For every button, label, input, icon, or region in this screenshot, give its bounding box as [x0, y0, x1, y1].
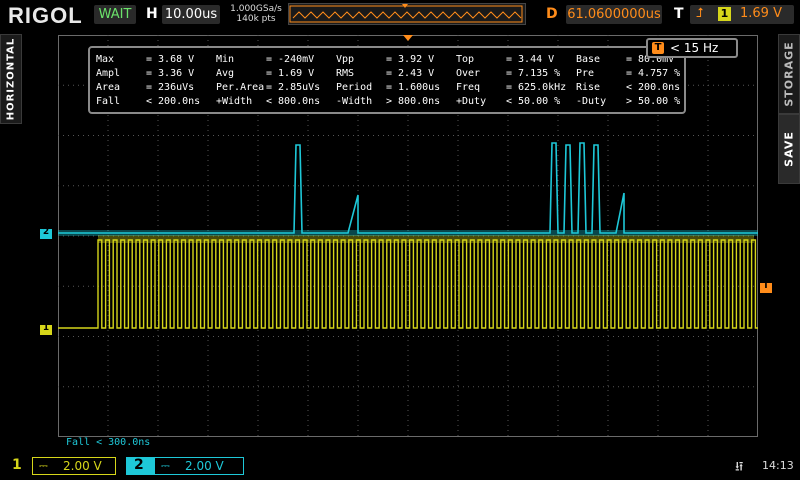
frequency-counter[interactable]: T < 15 Hz	[646, 38, 738, 58]
ch2-settings[interactable]: ⎓ 2.00 V	[154, 457, 244, 475]
counter-value: < 15 Hz	[670, 41, 719, 55]
measurement-label: Min	[216, 54, 235, 65]
measurement-label: -Duty	[576, 96, 607, 107]
usb-icon: ⭿	[735, 460, 744, 475]
ch1-waveform-band	[98, 235, 754, 243]
ch1-settings[interactable]: ⎓ 2.00 V	[32, 457, 116, 475]
counter-icon: T	[652, 42, 664, 54]
measurement-value: = 1.69 V	[266, 68, 315, 79]
storage-tab[interactable]: STORAGE	[778, 34, 800, 114]
ch1-marker-label: 1	[42, 323, 50, 333]
measurement-value: < 200.0ns	[146, 96, 201, 107]
measurement-label: Avg	[216, 68, 235, 79]
bottom-channel-bar	[0, 454, 800, 480]
timebase-label: H	[146, 6, 158, 22]
measurement-value: < 50.00 %	[506, 96, 561, 107]
measurement-value: > 50.00 %	[626, 96, 681, 107]
ch2-marker-label: 2	[42, 227, 50, 237]
trigger-label: T	[674, 6, 684, 22]
extra-measurement: Fall < 300.0ns	[66, 437, 151, 448]
ch1-waveform	[58, 239, 760, 329]
measurement-panel: Max = 3.68 V Min = -240mV Vpp = 3.92 V Top = 3.…	[88, 46, 686, 114]
measurement-label: Fall	[96, 96, 121, 107]
rigol-logo: RIGOL	[8, 3, 83, 28]
measurement-label: -Width	[336, 96, 373, 107]
measurement-value: = 3.44 V	[506, 54, 555, 65]
measurement-value: = 7.135 %	[506, 68, 561, 79]
trigger-position-marker	[403, 35, 413, 41]
memory-depth: 140k pts	[236, 14, 276, 24]
measurement-value: = 1.600us	[386, 82, 441, 93]
measurement-label: Area	[96, 82, 121, 93]
measurement-label: Period	[336, 82, 373, 93]
ch2-number: 2	[134, 457, 144, 473]
measurement-label: Base	[576, 54, 601, 65]
delay-value[interactable]: 61.0600000us	[566, 5, 662, 24]
clock: 14:13	[762, 459, 794, 472]
memory-overview[interactable]	[288, 3, 526, 25]
trigger-edge-icon: ⮥	[696, 6, 704, 21]
ch2-scale: 2.00 V	[185, 459, 224, 473]
measurement-label: Freq	[456, 82, 481, 93]
measurement-label: +Duty	[456, 96, 487, 107]
measurement-value: = 4.757 %	[626, 68, 681, 79]
measurement-label: Over	[456, 68, 481, 79]
measurement-value: < 800.0ns	[266, 96, 321, 107]
ch2-coupling-icon: ⎓	[161, 459, 170, 472]
trigger-info[interactable]: ⮥ 1 1.69 V	[690, 5, 794, 24]
ch1-coupling-icon: ⎓	[39, 459, 48, 472]
delay-label: D	[546, 6, 558, 22]
ch1-number[interactable]: 1	[12, 457, 22, 473]
timebase-value[interactable]: 10.00us	[162, 5, 220, 24]
measurement-label: Vpp	[336, 54, 355, 65]
memory-waveform-icon	[289, 4, 523, 23]
sample-rate-info: 1.000GSa/s 140k pts	[228, 4, 284, 24]
measurement-value: = 625.0kHz	[506, 82, 567, 93]
measurement-value: < 200.0ns	[626, 82, 681, 93]
measurement-value: = 2.43 V	[386, 68, 435, 79]
run-status[interactable]: WAIT	[94, 5, 136, 24]
trigger-source: 1	[718, 7, 731, 21]
save-tab[interactable]: SAVE	[778, 114, 800, 184]
measurement-label: Max	[96, 54, 115, 65]
measurement-label: Pre	[576, 68, 595, 79]
measurement-value: = 2.85uVs	[266, 82, 321, 93]
measurement-value: = -240mV	[266, 54, 315, 65]
measurement-value: = 3.36 V	[146, 68, 195, 79]
measurement-value: = 3.92 V	[386, 54, 435, 65]
ch2-waveform-band	[58, 230, 758, 236]
horizontal-tab[interactable]: HORIZONTAL	[0, 34, 22, 124]
measurement-value: = 236uVs	[146, 82, 195, 93]
measurement-label: Top	[456, 54, 475, 65]
trigger-level: 1.69 V	[740, 6, 782, 21]
sample-rate: 1.000GSa/s	[230, 4, 282, 14]
measurement-value: = 3.68 V	[146, 54, 195, 65]
measurement-label: Per.Area	[216, 82, 265, 93]
measurement-label: RMS	[336, 68, 355, 79]
measurement-label: +Width	[216, 96, 253, 107]
trigger-level-marker-label: T	[762, 281, 770, 291]
ch1-scale: 2.00 V	[63, 459, 102, 473]
ch2-waveform	[58, 142, 758, 234]
measurement-value: > 800.0ns	[386, 96, 441, 107]
measurement-label: Rise	[576, 82, 601, 93]
top-status-bar: RIGOL WAIT H 10.00us 1.000GSa/s 140k pts…	[0, 0, 800, 30]
measurement-label: Ampl	[96, 68, 121, 79]
